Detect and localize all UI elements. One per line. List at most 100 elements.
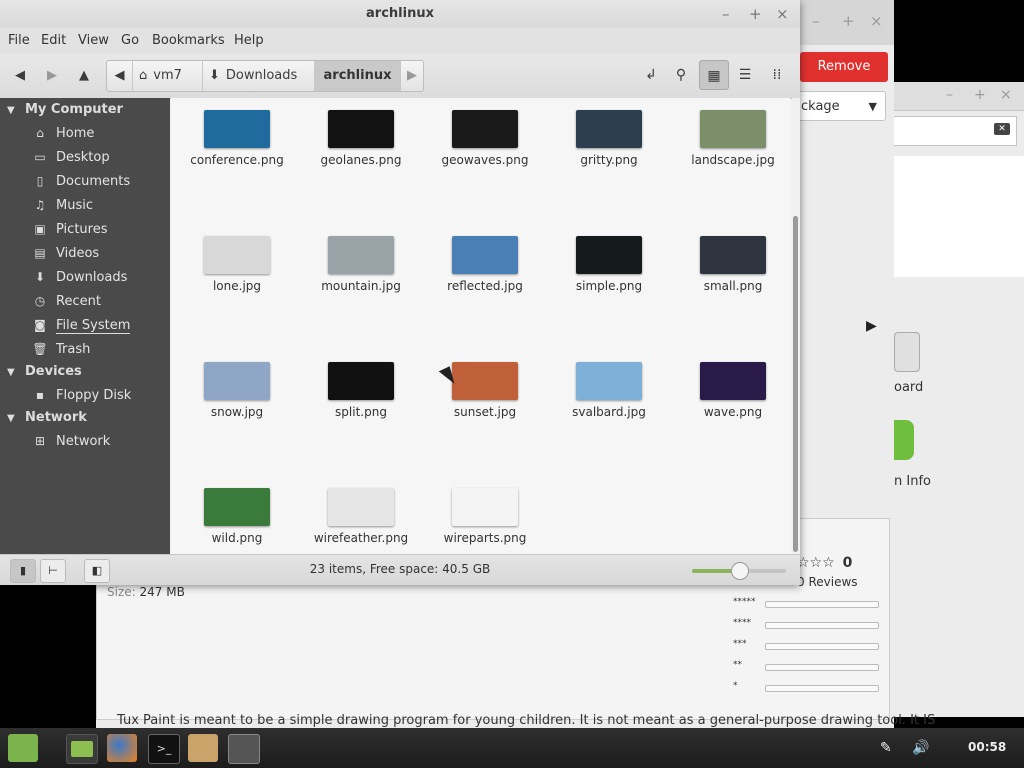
menu-file[interactable]: File — [8, 33, 30, 48]
file-item[interactable]: gritty.png — [549, 98, 669, 168]
compact-view-icon[interactable]: ⁞⁞ — [762, 60, 792, 90]
menu-view[interactable]: View — [78, 33, 109, 48]
file-thumbnail — [328, 488, 394, 526]
file-item[interactable]: geolanes.png — [301, 98, 421, 168]
breadcrumb-downloads[interactable]: ⬇ Downloads — [203, 61, 315, 91]
network-icon: ⊞ — [34, 434, 46, 448]
zoom-slider[interactable] — [692, 562, 786, 580]
file-item[interactable]: sunset.jpg — [425, 350, 545, 420]
breadcrumb-archlinux[interactable]: archlinux — [315, 61, 401, 91]
files-icon[interactable] — [66, 734, 98, 764]
volume-icon[interactable]: 🔊 — [912, 740, 929, 756]
sidebar-section-my-computer[interactable]: ▼ My Computer — [0, 99, 123, 121]
download-icon: ⬇ — [34, 270, 46, 284]
sidebar-item-desktop[interactable]: ▭ Desktop — [32, 146, 109, 168]
bg-search-input[interactable]: ✕ — [894, 116, 1017, 146]
keyboard-icon[interactable] — [894, 332, 920, 372]
file-name: geolanes.png — [320, 153, 402, 167]
rating-bar — [765, 643, 879, 650]
remove-button[interactable]: Remove — [800, 52, 888, 82]
package-icon[interactable] — [188, 734, 218, 762]
file-item[interactable]: wave.png — [673, 350, 793, 420]
sidebar-section-network[interactable]: ▼ Network — [0, 407, 87, 429]
sidebar-item-music[interactable]: ♫ Music — [32, 194, 93, 216]
rating-row-4: **** — [733, 618, 883, 632]
clock[interactable]: 00:58 — [968, 740, 1006, 754]
sidebar-item-home[interactable]: ⌂ Home — [32, 122, 94, 144]
sidebar-item-network[interactable]: ⊞ Network — [32, 430, 110, 452]
file-thumbnail — [452, 110, 518, 148]
breadcrumb-vm7[interactable]: ⌂ vm7 — [133, 61, 203, 91]
mixer-icon[interactable] — [228, 734, 260, 764]
bg-close-icon[interactable]: × — [870, 12, 883, 30]
breadcrumb-right-arrow-icon[interactable]: ▶ — [401, 61, 423, 91]
file-thumbnail — [576, 236, 642, 274]
menu-bookmarks[interactable]: Bookmarks — [152, 33, 225, 48]
sidebar-section-devices[interactable]: ▼ Devices — [0, 361, 82, 383]
sidebar-item-pictures[interactable]: ▣ Pictures — [32, 218, 107, 240]
file-item[interactable]: reflected.jpg — [425, 224, 545, 294]
maximize-icon[interactable]: + — [749, 0, 762, 28]
bg-dialog-close-icon[interactable]: × — [1000, 87, 1012, 103]
menu-help[interactable]: Help — [234, 33, 264, 48]
mint-menu-icon[interactable] — [8, 734, 38, 762]
package-dropdown[interactable]: ckage ▼ — [792, 91, 886, 121]
clear-icon[interactable]: ✕ — [994, 123, 1010, 135]
up-icon[interactable]: ▲ — [74, 66, 94, 86]
recent-icon: ◷ — [34, 294, 46, 308]
sidebar-item-trash[interactable]: 🗑 Trash — [32, 338, 90, 360]
vertical-scrollbar[interactable] — [792, 98, 800, 554]
terminal-icon[interactable]: >_ — [148, 734, 180, 764]
bg-dialog-minimize-icon[interactable]: – — [946, 87, 953, 103]
file-thumbnail — [452, 488, 518, 526]
rating-bar — [765, 601, 879, 608]
sidebar-item-videos[interactable]: ▤ Videos — [32, 242, 99, 264]
file-name: wirefeather.png — [313, 531, 409, 545]
icon-view-icon[interactable]: ▦ — [699, 60, 729, 90]
sidebar-item-downloads[interactable]: ⬇ Downloads — [32, 266, 127, 288]
breadcrumb-left-arrow-icon[interactable]: ◀ — [107, 61, 133, 91]
sidebar-item-documents[interactable]: ▯ Documents — [32, 170, 130, 192]
zoom-slider-handle[interactable] — [731, 562, 749, 580]
floppy-icon: ▪ — [35, 388, 45, 402]
arrow-right-icon[interactable]: ▶ — [866, 318, 877, 334]
file-item[interactable]: conference.png — [177, 98, 297, 168]
menu-edit[interactable]: Edit — [41, 33, 66, 48]
file-item[interactable]: wireparts.png — [425, 476, 545, 546]
file-item[interactable]: landscape.jpg — [673, 98, 793, 168]
collapse-triangle-icon: ▼ — [7, 413, 15, 424]
pen-icon[interactable]: ✎ — [880, 740, 892, 756]
bg-minimize-icon[interactable]: – — [812, 12, 820, 30]
forward-icon[interactable]: ▶ — [42, 66, 62, 86]
file-item[interactable]: wild.png — [177, 476, 297, 546]
bg-dialog-maximize-icon[interactable]: + — [974, 87, 986, 103]
firefox-icon[interactable] — [107, 734, 137, 762]
file-item[interactable]: snow.jpg — [177, 350, 297, 420]
path-toggle-icon[interactable]: ↲ — [636, 60, 666, 90]
info-app-icon[interactable] — [894, 420, 914, 460]
minimize-icon[interactable]: – — [722, 0, 730, 28]
file-item[interactable]: small.png — [673, 224, 793, 294]
sidebar-item-floppy-disk[interactable]: ▪ Floppy Disk — [32, 384, 131, 406]
home-icon: ⌂ — [139, 68, 148, 83]
sidebar-item-file-system[interactable]: ◙ File System — [32, 314, 131, 336]
file-item[interactable]: svalbard.jpg — [549, 350, 669, 420]
file-item[interactable]: lone.jpg — [177, 224, 297, 294]
file-item[interactable]: mountain.jpg — [301, 224, 421, 294]
list-view-icon[interactable]: ☰ — [730, 60, 760, 90]
scrollbar-thumb[interactable] — [793, 216, 798, 552]
bg-maximize-icon[interactable]: + — [842, 12, 855, 30]
file-item[interactable]: geowaves.png — [425, 98, 545, 168]
rating-stars-2: ** — [733, 660, 742, 670]
menu-go[interactable]: Go — [121, 33, 139, 48]
file-item[interactable]: simple.png — [549, 224, 669, 294]
search-icon[interactable]: ⚲ — [666, 60, 696, 90]
sidebar-item-recent[interactable]: ◷ Recent — [32, 290, 101, 312]
sidebar-item-label: Floppy Disk — [56, 388, 132, 403]
file-item[interactable]: split.png — [301, 350, 421, 420]
sidebar-item-label: Documents — [56, 174, 131, 189]
close-icon[interactable]: × — [776, 0, 789, 28]
file-name: reflected.jpg — [447, 279, 523, 293]
back-icon[interactable]: ◀ — [10, 66, 30, 86]
file-item[interactable]: wirefeather.png — [301, 476, 421, 546]
